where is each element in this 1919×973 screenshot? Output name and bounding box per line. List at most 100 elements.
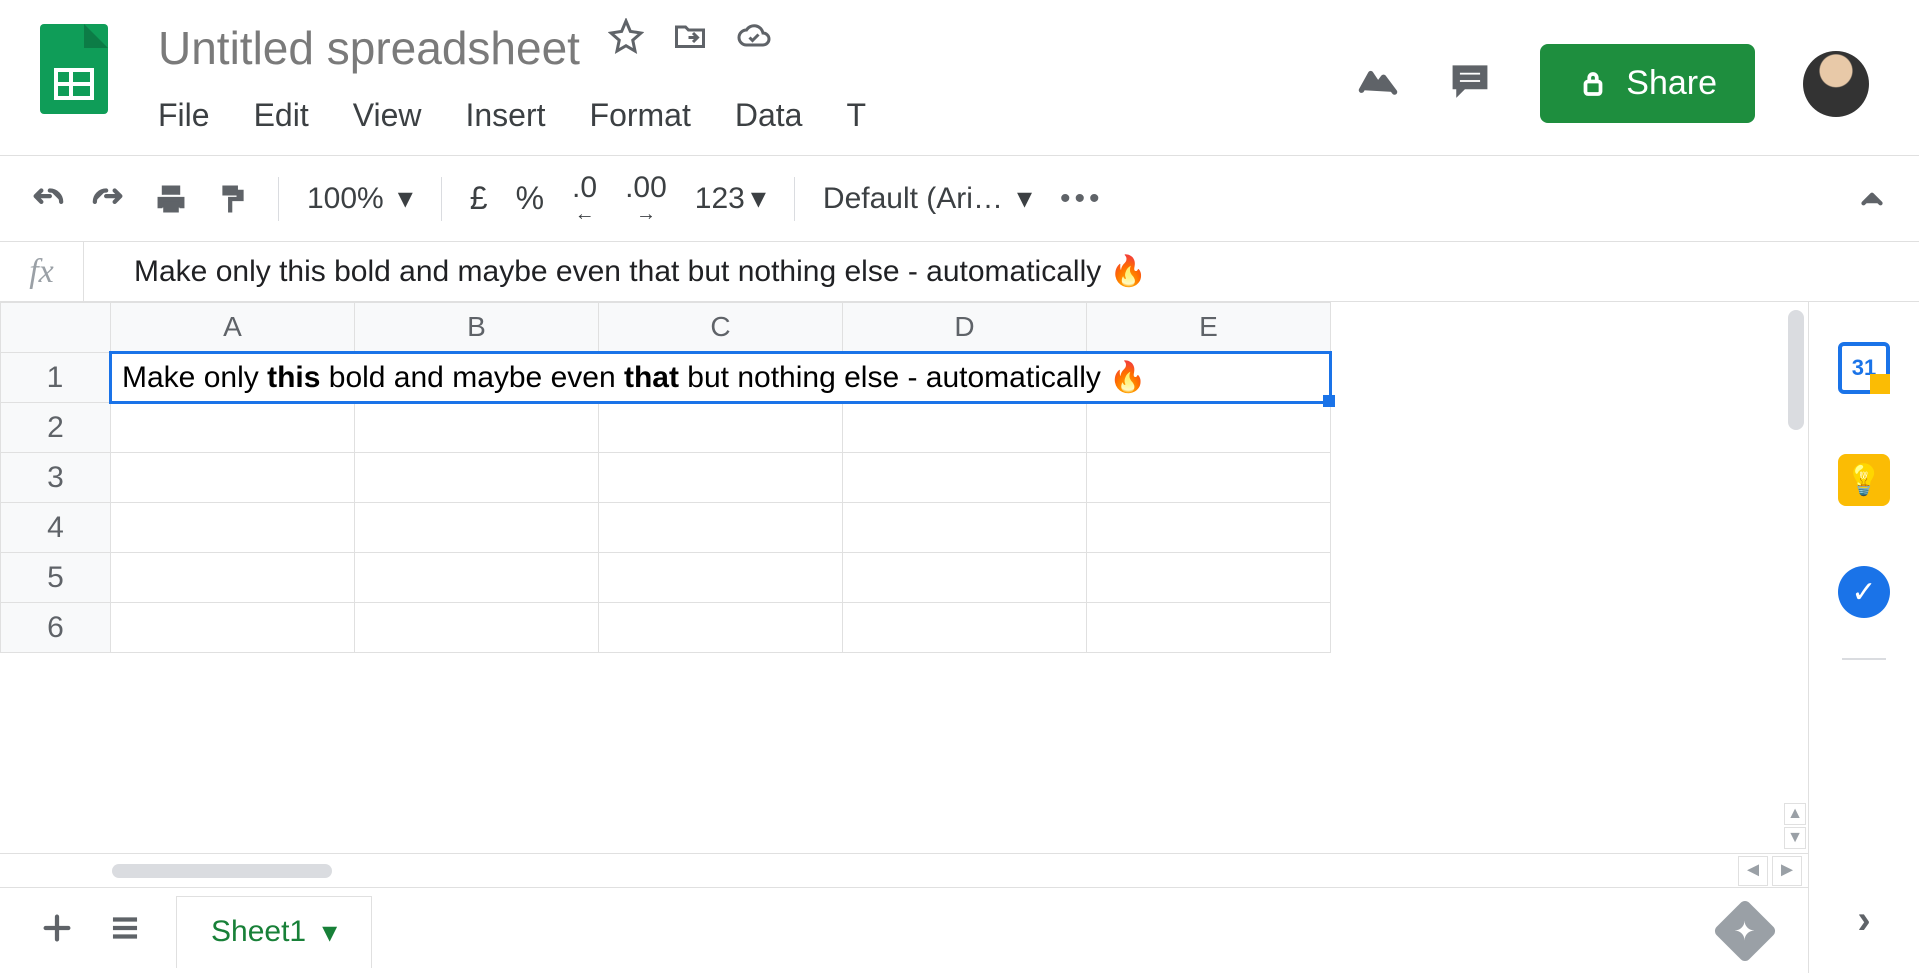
column-header-c[interactable]: C <box>599 303 843 353</box>
cell[interactable] <box>599 503 843 553</box>
cell[interactable] <box>843 403 1087 453</box>
horizontal-scrollbar[interactable] <box>112 864 332 878</box>
zoom-value: 100% <box>307 182 384 216</box>
column-header-d[interactable]: D <box>843 303 1087 353</box>
vertical-scroll-arrows[interactable]: ▲▼ <box>1784 803 1806 849</box>
grid-area: A B C D E 1 Make only this bold and mayb… <box>0 302 1809 973</box>
vertical-scrollbar[interactable] <box>1788 310 1804 430</box>
sheet-tab-label: Sheet1 <box>211 915 306 949</box>
cell[interactable] <box>355 603 599 653</box>
side-panel: 31 💡 ✓ › <box>1809 302 1919 973</box>
sheet-tab-sheet1[interactable]: Sheet1 ▾ <box>176 896 372 968</box>
row-header-4[interactable]: 4 <box>1 503 111 553</box>
fx-icon[interactable]: fx <box>0 242 84 301</box>
menu-tools-truncated[interactable]: T <box>846 97 866 134</box>
menu-file[interactable]: File <box>158 97 210 134</box>
cell[interactable] <box>599 603 843 653</box>
cloud-status-icon[interactable] <box>736 18 772 59</box>
keep-addon-icon[interactable]: 💡 <box>1838 454 1890 506</box>
cell[interactable] <box>1087 553 1331 603</box>
cell[interactable] <box>1087 503 1331 553</box>
font-selector[interactable]: Default (Ari… ▾ <box>823 181 1032 216</box>
menu-bar: File Edit View Insert Format Data T <box>158 97 866 134</box>
tasks-addon-icon[interactable]: ✓ <box>1838 566 1890 618</box>
cell[interactable] <box>1087 403 1331 453</box>
toolbar: 100% ▾ £ % .0← .00→ 123▾ Default (Ari… ▾… <box>0 156 1919 242</box>
account-avatar[interactable] <box>1803 51 1869 117</box>
chevron-down-icon[interactable]: ▾ <box>322 915 337 950</box>
move-folder-icon[interactable] <box>672 18 708 59</box>
calendar-addon-icon[interactable]: 31 <box>1838 342 1890 394</box>
explore-button[interactable]: ✦ <box>1722 908 1768 954</box>
row-header-6[interactable]: 6 <box>1 603 111 653</box>
cell[interactable] <box>111 453 355 503</box>
formula-bar: fx Make only this bold and maybe even th… <box>0 242 1919 302</box>
add-sheet-button[interactable] <box>40 911 74 950</box>
comments-icon[interactable] <box>1448 59 1492 108</box>
decrease-decimal-button[interactable]: .0← <box>572 176 597 222</box>
menu-edit[interactable]: Edit <box>254 97 309 134</box>
formula-input[interactable]: Make only this bold and maybe even that … <box>84 254 1147 289</box>
cell[interactable] <box>843 453 1087 503</box>
title-area: Untitled spreadsheet File Edit View Inse… <box>158 18 866 134</box>
cell[interactable] <box>1087 603 1331 653</box>
select-all-corner[interactable] <box>1 303 111 353</box>
column-header-a[interactable]: A <box>111 303 355 353</box>
cell[interactable] <box>599 403 843 453</box>
row-header-5[interactable]: 5 <box>1 553 111 603</box>
increase-decimal-button[interactable]: .00→ <box>625 176 667 222</box>
menu-data[interactable]: Data <box>735 97 803 134</box>
cell[interactable] <box>599 553 843 603</box>
font-name: Default (Ari… <box>823 182 1003 216</box>
redo-button[interactable] <box>92 182 126 216</box>
row-header-2[interactable]: 2 <box>1 403 111 453</box>
spreadsheet-grid[interactable]: A B C D E 1 Make only this bold and mayb… <box>0 302 1332 653</box>
star-icon[interactable] <box>608 18 644 59</box>
cell[interactable] <box>355 453 599 503</box>
show-side-panel-button[interactable]: › <box>1857 898 1870 943</box>
cell[interactable] <box>843 553 1087 603</box>
cell[interactable] <box>355 403 599 453</box>
sheet-tab-bar: Sheet1 ▾ ✦ <box>0 887 1808 973</box>
cell[interactable] <box>111 403 355 453</box>
share-button-label: Share <box>1626 64 1717 103</box>
paint-format-button[interactable] <box>216 182 250 216</box>
cell[interactable] <box>1087 453 1331 503</box>
more-tools-button[interactable]: ••• <box>1060 182 1104 216</box>
sheets-logo-icon <box>40 24 108 114</box>
cell[interactable] <box>111 603 355 653</box>
header-right: Share <box>1356 18 1879 123</box>
cell[interactable] <box>111 553 355 603</box>
cell[interactable] <box>355 503 599 553</box>
activity-icon[interactable] <box>1356 59 1400 108</box>
all-sheets-button[interactable] <box>108 911 142 950</box>
collapse-toolbar-button[interactable] <box>1855 182 1889 216</box>
document-title[interactable]: Untitled spreadsheet <box>158 21 580 75</box>
format-percent-button[interactable]: % <box>516 180 544 217</box>
menu-format[interactable]: Format <box>590 97 691 134</box>
cell[interactable] <box>599 453 843 503</box>
workspace: A B C D E 1 Make only this bold and mayb… <box>0 302 1919 973</box>
menu-insert[interactable]: Insert <box>465 97 545 134</box>
cell-a1-content: Make only this bold and maybe even that … <box>122 361 1147 394</box>
cell[interactable] <box>111 503 355 553</box>
share-button[interactable]: Share <box>1540 44 1755 123</box>
column-header-b[interactable]: B <box>355 303 599 353</box>
cell[interactable] <box>843 603 1087 653</box>
row-header-1[interactable]: 1 <box>1 353 111 403</box>
row-header-3[interactable]: 3 <box>1 453 111 503</box>
zoom-selector[interactable]: 100% ▾ <box>307 181 413 216</box>
scroll-left-button[interactable]: ◄ <box>1738 856 1768 886</box>
scroll-right-button[interactable]: ► <box>1772 856 1802 886</box>
print-button[interactable] <box>154 182 188 216</box>
undo-button[interactable] <box>30 182 64 216</box>
column-header-e[interactable]: E <box>1087 303 1331 353</box>
more-formats-button[interactable]: 123▾ <box>695 181 766 216</box>
menu-view[interactable]: View <box>353 97 422 134</box>
format-currency-button[interactable]: £ <box>470 180 488 217</box>
app-header: Untitled spreadsheet File Edit View Inse… <box>0 0 1919 156</box>
cell[interactable] <box>843 503 1087 553</box>
cell[interactable] <box>355 553 599 603</box>
cell-a1[interactable]: Make only this bold and maybe even that … <box>111 353 1331 403</box>
side-panel-separator <box>1842 658 1886 660</box>
